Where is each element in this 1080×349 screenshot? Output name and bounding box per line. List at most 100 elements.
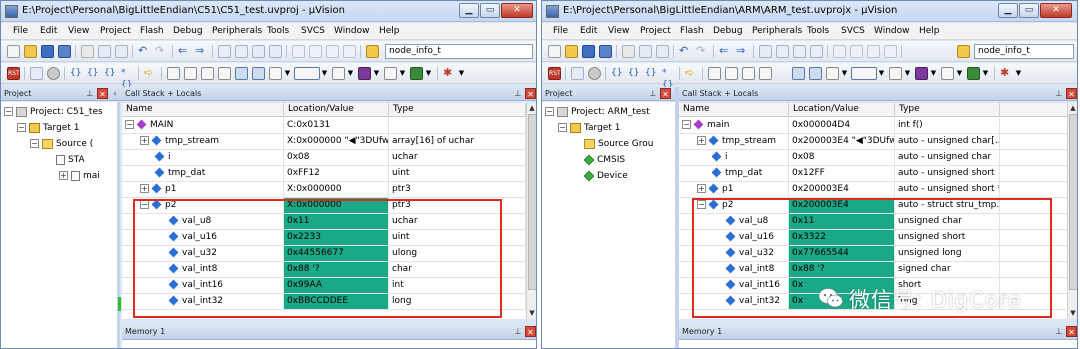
tree-node-target[interactable]: − Target 1	[17, 122, 79, 134]
run-to-cursor-icon[interactable]: *{}	[662, 67, 675, 90]
expand-icon[interactable]: +	[697, 184, 706, 193]
chevron-down-icon[interactable]: ▼	[398, 67, 407, 80]
command-window-icon[interactable]	[167, 67, 180, 80]
variable-value[interactable]: 0x11	[284, 214, 389, 229]
clear-bookmarks-icon[interactable]	[810, 45, 823, 58]
registers-window-icon[interactable]	[759, 67, 772, 80]
find-in-files-icon[interactable]	[366, 45, 379, 58]
collapse-icon[interactable]: −	[140, 200, 149, 209]
bookmark-icon[interactable]	[218, 45, 231, 58]
copy-icon[interactable]	[639, 45, 652, 58]
table-row[interactable]: val_u32 0x44556677 ulong	[122, 246, 526, 262]
run-icon[interactable]	[571, 67, 584, 80]
scroll-up-icon[interactable]: ▲	[1068, 103, 1077, 113]
unindent-icon[interactable]	[850, 45, 863, 58]
table-row[interactable]: val_int8 0x88 '? char	[122, 262, 526, 278]
column-type[interactable]: Type	[895, 103, 1000, 117]
pane-arrow-icon[interactable]: ‹	[110, 88, 120, 99]
menu-file[interactable]: File	[13, 26, 28, 36]
memory-area[interactable]	[122, 340, 536, 348]
watch-window-icon[interactable]	[252, 67, 265, 80]
menu-file[interactable]: File	[553, 26, 568, 36]
analysis-window-icon[interactable]	[889, 67, 902, 80]
table-row[interactable]: val_int8 0x88 '? signed char	[679, 262, 1067, 278]
table-row[interactable]: + tmp_stream X:0x000000 "◀"3DUfw... array[1…	[122, 134, 526, 150]
chevron-down-icon[interactable]: ▼	[424, 67, 433, 80]
tree-node-project[interactable]: − Project: C51_tes	[4, 106, 103, 118]
new-file-icon[interactable]	[548, 45, 561, 58]
serial-window-icon[interactable]	[294, 67, 320, 80]
system-viewer-icon[interactable]	[384, 67, 397, 80]
pin-icon[interactable]: ⊥	[513, 326, 523, 337]
maximize-button[interactable]: ▭	[480, 3, 500, 18]
prev-bookmark-icon[interactable]	[235, 45, 248, 58]
bookmark-icon[interactable]	[759, 45, 772, 58]
save-all-icon[interactable]	[599, 45, 612, 58]
chevron-down-icon[interactable]: ▼	[929, 67, 938, 80]
tree-node-startup-file[interactable]: STA	[56, 154, 85, 166]
menu-edit[interactable]: Edit	[580, 26, 597, 36]
table-row[interactable]: − main 0x000004D4 int f()	[679, 118, 1067, 134]
disassembly-window-icon[interactable]	[184, 67, 197, 80]
menu-project[interactable]: Project	[100, 26, 131, 36]
minimize-button[interactable]: ▁	[459, 3, 479, 18]
menu-svcs[interactable]: SVCS	[301, 26, 325, 36]
scroll-thumb[interactable]	[1069, 114, 1077, 290]
table-row[interactable]: − p2 X:0x000000 ptr3	[122, 198, 526, 214]
undo-icon[interactable]: ↶	[138, 45, 151, 58]
chevron-down-icon[interactable]: ▼	[283, 67, 292, 80]
scroll-down-icon[interactable]: ▼	[527, 308, 536, 318]
variable-value[interactable]: 0x12FF	[789, 166, 895, 181]
vertical-scrollbar[interactable]: ▲ ▼	[1067, 103, 1077, 319]
menu-flash[interactable]: Flash	[680, 26, 704, 36]
next-bookmark-icon[interactable]	[793, 45, 806, 58]
menu-view[interactable]: View	[608, 26, 629, 36]
comment-icon[interactable]	[326, 45, 339, 58]
pin-icon[interactable]: ⊥	[513, 88, 523, 99]
table-row[interactable]: val_u8 0x11 uchar	[122, 214, 526, 230]
nav-back-icon[interactable]: ⇐	[719, 45, 732, 58]
step-out-icon[interactable]: {}	[104, 67, 117, 80]
callstack-window-icon[interactable]	[792, 67, 805, 80]
open-folder-icon[interactable]	[565, 45, 578, 58]
collapse-icon[interactable]: −	[30, 139, 39, 148]
column-name[interactable]: Name	[679, 103, 789, 117]
collapse-icon[interactable]: −	[682, 120, 691, 129]
variable-value[interactable]: 0x200003E4	[789, 182, 895, 197]
find-in-files-icon[interactable]	[957, 45, 970, 58]
title-bar[interactable]: E:\Project\Personal\BigLittleEndian\ARM\…	[542, 1, 1077, 22]
new-file-icon[interactable]	[7, 45, 20, 58]
uncomment-icon[interactable]	[884, 45, 897, 58]
command-window-icon[interactable]	[708, 67, 721, 80]
table-row[interactable]: i 0x08 auto - unsigned char	[679, 150, 1067, 166]
chevron-down-icon[interactable]: ▼	[346, 67, 355, 80]
symbols-window-icon[interactable]	[742, 67, 755, 80]
memory-area[interactable]	[679, 340, 1077, 348]
table-row[interactable]: val_u16 0x3322 unsigned short	[679, 230, 1067, 246]
pin-icon[interactable]: ⊥	[648, 88, 658, 99]
cut-icon[interactable]	[81, 45, 94, 58]
expand-icon[interactable]: +	[140, 184, 149, 193]
table-row[interactable]: val_int16 0x99AA int	[122, 278, 526, 294]
paste-icon[interactable]	[656, 45, 669, 58]
chevron-down-icon[interactable]: ▼	[955, 67, 964, 80]
table-row[interactable]: tmp_dat 0x12FF auto - unsigned short	[679, 166, 1067, 182]
close-icon[interactable]: ✕	[1066, 88, 1077, 99]
variable-value[interactable]: 0x11	[789, 214, 895, 229]
tree-node-device[interactable]: Device	[583, 170, 628, 182]
variable-value[interactable]: 0x88 '?	[284, 262, 389, 277]
collapse-icon[interactable]: −	[17, 123, 26, 132]
indent-icon[interactable]	[292, 45, 305, 58]
settings-icon[interactable]: ✱	[443, 67, 456, 80]
collapse-icon[interactable]: −	[558, 123, 567, 132]
menu-project[interactable]: Project	[640, 26, 671, 36]
settings-icon[interactable]: ✱	[1000, 67, 1013, 80]
toolbox-icon[interactable]	[410, 67, 423, 80]
nav-back-icon[interactable]: ⇐	[178, 45, 191, 58]
menu-peripherals[interactable]: Peripherals	[212, 26, 262, 36]
memory-window-icon[interactable]	[269, 67, 282, 80]
expand-icon[interactable]: +	[140, 136, 149, 145]
unindent-icon[interactable]	[309, 45, 322, 58]
variable-value[interactable]: 0x2233	[284, 230, 389, 245]
menu-help[interactable]: Help	[919, 26, 940, 36]
